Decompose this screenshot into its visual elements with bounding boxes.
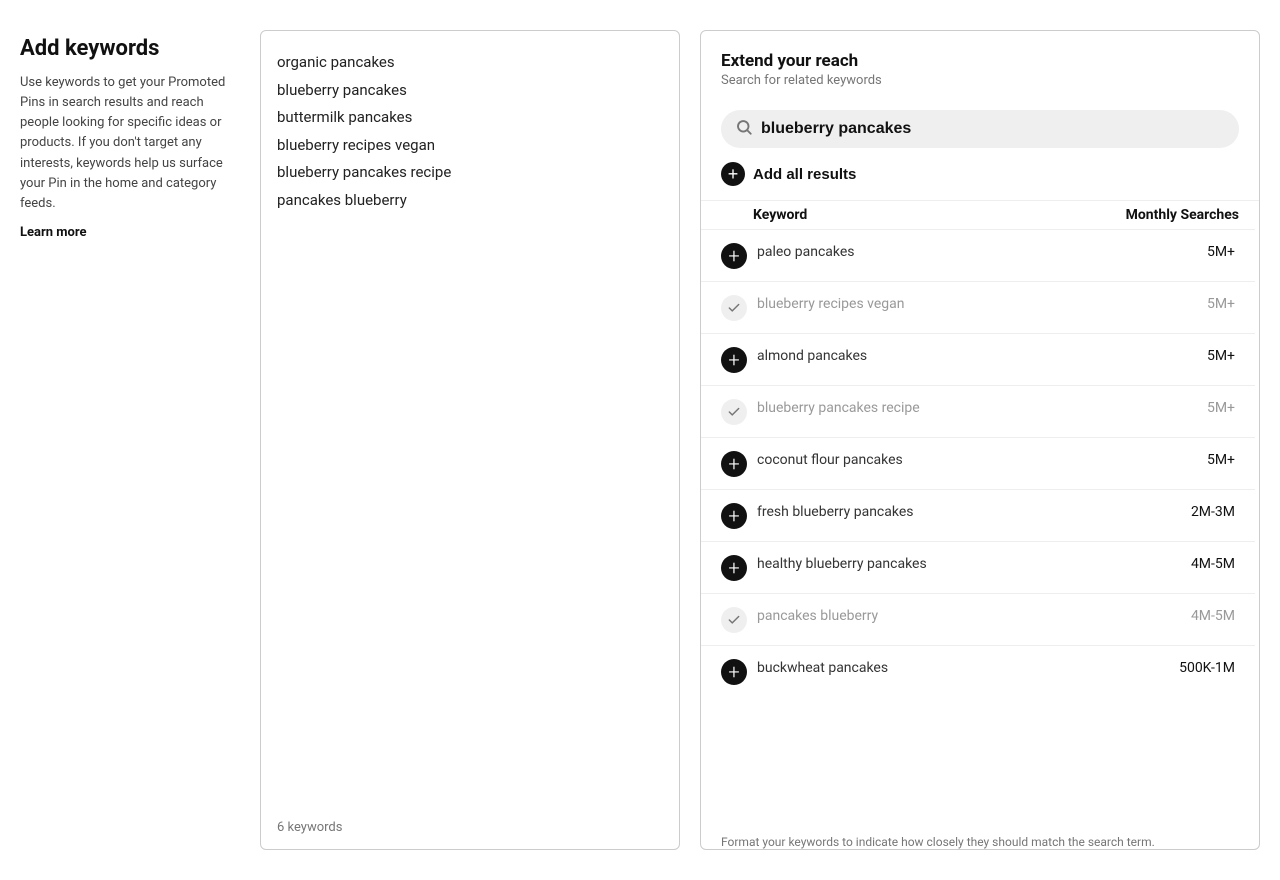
result-searches-value: 4M-5M [1165,606,1235,624]
add-icon[interactable]: + [721,503,747,529]
result-searches-value: 500K-1M [1165,658,1235,676]
results-list[interactable]: +paleo pancakes5M+blueberry recipes vega… [701,229,1259,823]
added-icon[interactable] [721,607,747,633]
add-icon[interactable]: + [721,243,747,269]
result-keyword-text: fresh blueberry pancakes [757,502,1155,522]
search-box-wrapper[interactable] [721,110,1239,148]
extend-reach-subtitle: Search for related keywords [721,73,1239,88]
result-row: + healthy blueberry pancakes 4M-5M [701,541,1255,593]
result-row: + almond pancakes 5M+ [701,333,1255,385]
add-all-icon: + [721,162,745,186]
left-panel: Add keywords Use keywords to get your Pr… [20,30,240,240]
results-table-header: Keyword Monthly Searches [701,200,1259,229]
result-row: + paleo pancakes 5M+ [701,229,1255,281]
add-icon[interactable]: + [721,659,747,685]
bottom-hint: Format your keywords to indicate how clo… [701,823,1259,849]
result-keyword-text: pancakes blueberry [757,606,1155,626]
selected-keyword-item: blueberry recipes vegan [277,132,663,160]
result-keyword-text: healthy blueberry pancakes [757,554,1155,574]
selected-keyword-item: pancakes blueberry [277,187,663,215]
added-icon[interactable] [721,399,747,425]
selected-keyword-item: blueberry pancakes [277,77,663,105]
result-keyword-text: paleo pancakes [757,242,1155,262]
add-icon[interactable]: + [721,555,747,581]
middle-panel: organic pancakesblueberry pancakesbutter… [260,30,680,850]
result-keyword-text: coconut flour pancakes [757,450,1155,470]
result-keyword-text: blueberry recipes vegan [757,294,1155,314]
result-searches-value: 5M+ [1165,450,1235,468]
result-row: pancakes blueberry 4M-5M [701,593,1255,645]
keyword-count: 6 keywords [277,810,663,835]
result-searches-value: 5M+ [1165,398,1235,416]
col-keyword-header: Keyword [753,207,807,223]
result-keyword-text: almond pancakes [757,346,1155,366]
description-text: Use keywords to get your Promoted Pins i… [20,73,240,214]
add-all-button[interactable]: + Add all results [721,162,1239,186]
result-keyword-text: buckwheat pancakes [757,658,1155,678]
add-icon[interactable]: + [721,347,747,373]
col-searches-header: Monthly Searches [1126,207,1239,223]
result-keyword-text: blueberry pancakes recipe [757,398,1155,418]
result-row: + buckwheat pancakes 500K-1M [701,645,1255,697]
result-row: blueberry recipes vegan 5M+ [701,281,1255,333]
result-searches-value: 5M+ [1165,294,1235,312]
learn-more-link[interactable]: Learn more [20,225,87,240]
page-wrapper: Add keywords Use keywords to get your Pr… [0,0,1280,880]
page-title: Add keywords [20,36,240,61]
selected-keyword-item: buttermilk pancakes [277,104,663,132]
selected-keyword-item: blueberry pancakes recipe [277,159,663,187]
keyword-search-input[interactable] [761,120,1225,138]
result-searches-value: 5M+ [1165,242,1235,260]
search-icon [735,118,753,140]
result-searches-value: 4M-5M [1165,554,1235,572]
result-searches-value: 5M+ [1165,346,1235,364]
add-icon[interactable]: + [721,451,747,477]
extend-reach-title: Extend your reach [721,51,1239,71]
right-panel-header: Extend your reach Search for related key… [701,51,1259,100]
add-all-label: Add all results [753,166,856,183]
right-panel: Extend your reach Search for related key… [700,30,1260,850]
selected-keyword-item: organic pancakes [277,49,663,77]
added-icon[interactable] [721,295,747,321]
result-searches-value: 2M-3M [1165,502,1235,520]
result-row: + coconut flour pancakes 5M+ [701,437,1255,489]
result-row: blueberry pancakes recipe 5M+ [701,385,1255,437]
result-row: + fresh blueberry pancakes 2M-3M [701,489,1255,541]
selected-keywords-list: organic pancakesblueberry pancakesbutter… [277,49,663,214]
